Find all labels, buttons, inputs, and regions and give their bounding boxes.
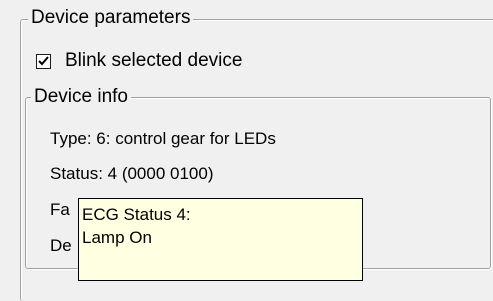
device-type-text: Type: 6: control gear for LEDs: [50, 129, 276, 148]
blink-selected-device-label[interactable]: Blink selected device: [65, 50, 242, 72]
device-info-title: Device info: [31, 86, 131, 108]
device-parameters-title: Device parameters: [28, 7, 194, 29]
checkmark-icon: [38, 55, 49, 65]
partial-info-line: De: [50, 236, 72, 255]
tooltip-line: ECG Status 4:: [82, 205, 191, 224]
partial-info-line: Fa: [50, 200, 70, 219]
blink-selected-device-checkbox-row[interactable]: Blink selected device: [36, 50, 242, 72]
device-status-text: Status: 4 (0000 0100): [50, 164, 214, 183]
tooltip-line: Lamp On: [82, 228, 152, 247]
blink-selected-device-checkbox[interactable]: [36, 53, 51, 69]
status-tooltip: ECG Status 4: Lamp On: [78, 198, 363, 281]
